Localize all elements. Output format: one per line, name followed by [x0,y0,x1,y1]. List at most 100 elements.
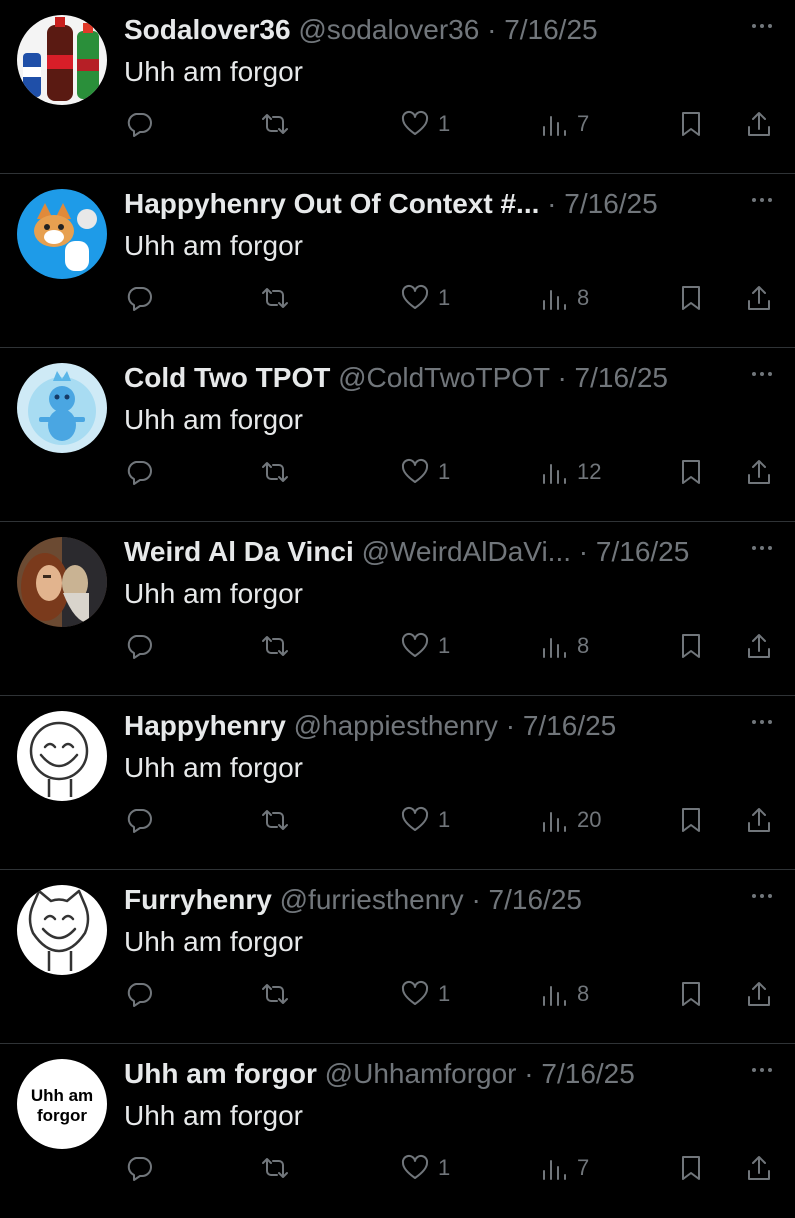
avatar[interactable] [17,363,107,453]
tweet-header: Cold Two TPOT @ColdTwoTPOT · 7/16/25 [124,360,735,396]
display-name[interactable]: Weird Al Da Vinci [124,536,354,567]
retweet-button[interactable] [260,800,290,840]
retweet-button[interactable] [260,1148,290,1188]
retweet-button[interactable] [260,278,290,318]
share-button[interactable] [744,278,774,318]
reply-button[interactable] [124,452,154,492]
like-button[interactable]: 1 [400,104,450,144]
like-count: 1 [438,111,451,136]
smiley-doodle-avatar-image [17,711,107,801]
bookmark-button[interactable] [676,278,706,318]
like-icon [401,458,429,483]
bookmark-button[interactable] [676,800,706,840]
share-button[interactable] [744,1148,774,1188]
tweet-date[interactable]: 7/16/25 [489,884,582,915]
share-button[interactable] [744,452,774,492]
bookmark-button[interactable] [676,974,706,1014]
display-name[interactable]: Cold Two TPOT [124,362,330,393]
share-button[interactable] [744,800,774,840]
like-button[interactable]: 1 [400,452,450,492]
retweet-button[interactable] [260,452,290,492]
bookmark-button[interactable] [676,626,706,666]
share-button[interactable] [744,626,774,666]
views-button[interactable]: 8 [539,278,589,318]
tweet-date[interactable]: 7/16/25 [523,710,616,741]
retweet-button[interactable] [260,104,290,144]
tweet-item[interactable]: Sodalover36 @sodalover36 · 7/16/25 Uhh a… [0,0,795,174]
retweet-button[interactable] [260,974,290,1014]
tweet-actions: 1 20 [124,800,779,840]
avatar[interactable] [17,189,107,279]
user-handle[interactable]: @furriesthenry [280,884,464,915]
display-name[interactable]: Furryhenry [124,884,272,915]
share-icon [748,634,770,658]
tweet-item[interactable]: Weird Al Da Vinci @WeirdAlDaVi... · 7/16… [0,522,795,696]
bookmark-button[interactable] [676,104,706,144]
retweet-icon [262,1158,288,1178]
tweet-date[interactable]: 7/16/25 [575,362,668,393]
user-handle[interactable]: @sodalover36 [298,14,479,45]
reply-icon [127,287,152,311]
display-name[interactable]: Uhh am forgor [124,1058,317,1089]
reply-button[interactable] [124,974,154,1014]
more-icon[interactable] [747,16,777,36]
views-button[interactable]: 20 [539,800,601,840]
tweet-item[interactable]: Cold Two TPOT @ColdTwoTPOT · 7/16/25 Uhh… [0,348,795,522]
tweet-text: Uhh am forgor [124,56,303,87]
tweet-item[interactable]: Uhh am forgor Uhh am forgor @Uhhamforgor… [0,1044,795,1218]
views-count: 7 [577,111,590,136]
tweet-date[interactable]: 7/16/25 [596,536,689,567]
tweet-item[interactable]: Happyhenry @happiesthenry · 7/16/25 Uhh … [0,696,795,870]
share-button[interactable] [744,974,774,1014]
tweet-item[interactable]: Furryhenry @furriesthenry · 7/16/25 Uhh … [0,870,795,1044]
views-button[interactable]: 7 [539,104,589,144]
avatar[interactable]: Uhh am forgor [17,1059,107,1149]
views-button[interactable]: 12 [539,452,601,492]
user-handle[interactable]: @happiesthenry [294,710,498,741]
user-handle[interactable]: @WeirdAlDaVi... [362,536,571,567]
more-icon[interactable] [747,190,777,210]
views-button[interactable]: 7 [539,1148,589,1188]
reply-button[interactable] [124,104,154,144]
more-icon[interactable] [747,712,777,732]
like-button[interactable]: 1 [400,278,450,318]
display-name[interactable]: Happyhenry [124,710,286,741]
display-name[interactable]: Sodalover36 [124,14,291,45]
tweet-date[interactable]: 7/16/25 [504,14,597,45]
more-icon[interactable] [747,538,777,558]
avatar[interactable] [17,15,107,105]
tweet-date[interactable]: 7/16/25 [541,1058,634,1089]
display-name[interactable]: Happyhenry Out Of Context #... [124,188,539,219]
more-icon[interactable] [747,1060,777,1080]
reply-button[interactable] [124,800,154,840]
like-icon [401,632,429,657]
bookmark-button[interactable] [676,1148,706,1188]
reply-button[interactable] [124,278,154,318]
avatar[interactable] [17,537,107,627]
views-button[interactable]: 8 [539,974,589,1014]
like-button[interactable]: 1 [400,1148,450,1188]
bookmark-button[interactable] [676,452,706,492]
avatar[interactable] [17,885,107,975]
user-handle[interactable]: @Uhhamforgor [325,1058,517,1089]
avatar[interactable] [17,711,107,801]
views-button[interactable]: 8 [539,626,589,666]
more-icon[interactable] [747,886,777,906]
more-icon[interactable] [747,364,777,384]
share-button[interactable] [744,104,774,144]
like-icon [401,1154,429,1179]
reply-button[interactable] [124,626,154,666]
separator-dot: · [524,1058,534,1089]
tweet-item[interactable]: Happyhenry Out Of Context #... · 7/16/25… [0,174,795,348]
bookmark-icon [682,1156,700,1180]
like-button[interactable]: 1 [400,974,450,1014]
tweet-date[interactable]: 7/16/25 [564,188,657,219]
like-button[interactable]: 1 [400,800,450,840]
blue-creature-avatar-image [17,363,107,453]
user-handle[interactable]: @ColdTwoTPOT [338,362,550,393]
like-icon [401,806,429,831]
reply-button[interactable] [124,1148,154,1188]
like-button[interactable]: 1 [400,626,450,666]
retweet-button[interactable] [260,626,290,666]
views-count: 7 [577,1155,590,1180]
